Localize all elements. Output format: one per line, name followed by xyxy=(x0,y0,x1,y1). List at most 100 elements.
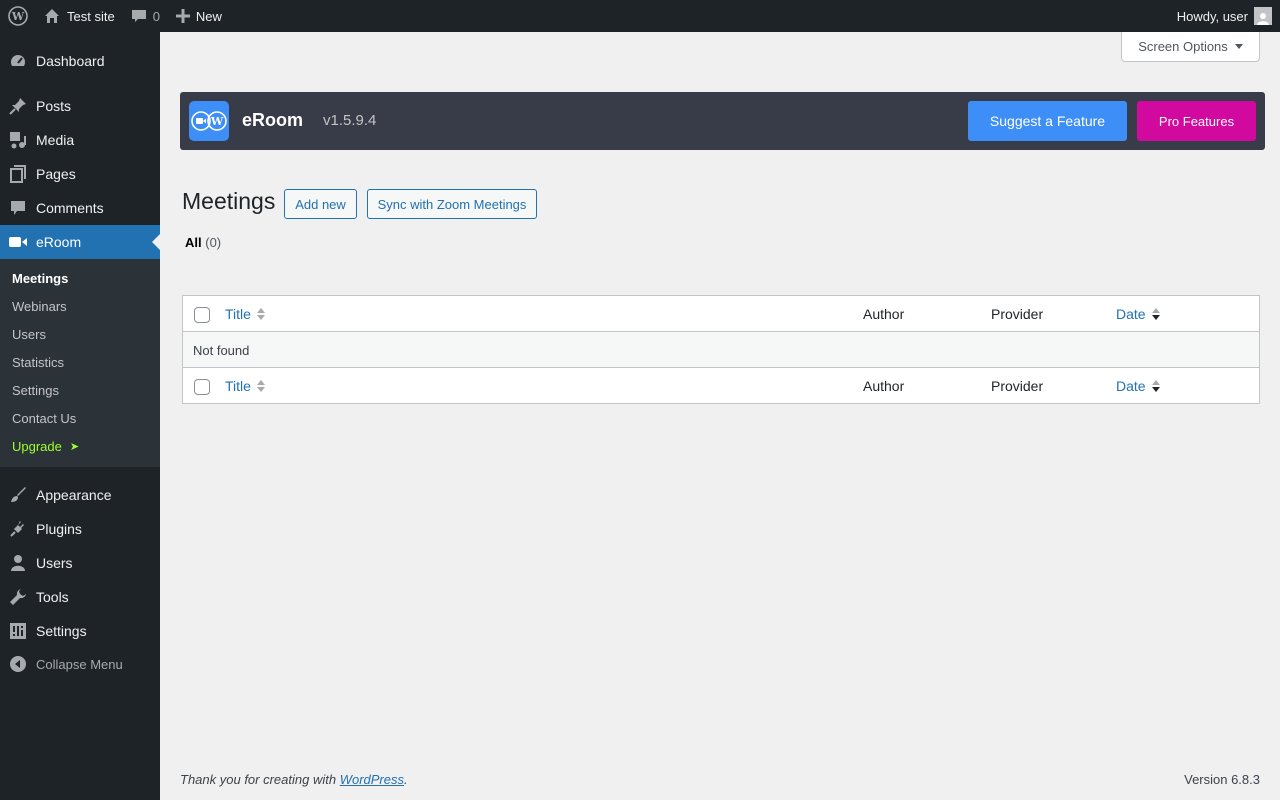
meetings-table: Title Author Provider Date Not found Tit… xyxy=(182,295,1260,404)
filter-all-label: All xyxy=(185,235,202,250)
footer-version: Version 6.8.3 xyxy=(1184,772,1260,787)
eroom-header-banner: W eRoom v1.5.9.4 Suggest a Feature Pro F… xyxy=(180,92,1265,150)
home-icon xyxy=(45,9,59,23)
menu-label: Media xyxy=(36,132,75,148)
arrow-right-icon: ➤ xyxy=(69,440,80,453)
menu-label: Dashboard xyxy=(36,53,105,69)
collapse-icon xyxy=(0,655,36,673)
menu-item-appearance[interactable]: Appearance xyxy=(0,478,160,512)
plus-icon xyxy=(175,9,190,23)
submenu-users[interactable]: Users xyxy=(12,320,46,348)
menu-item-media[interactable]: Media xyxy=(0,123,160,157)
menu-label: eRoom xyxy=(36,234,82,250)
column-title-sort[interactable]: Title xyxy=(225,296,265,332)
menu-label: Pages xyxy=(36,166,76,182)
site-name-link[interactable]: Test site xyxy=(35,0,123,32)
menu-label: Settings xyxy=(36,623,87,639)
user-icon xyxy=(0,554,36,572)
plug-icon xyxy=(0,520,36,538)
menu-label: Plugins xyxy=(36,521,82,537)
video-camera-icon xyxy=(0,235,36,249)
menu-item-plugins[interactable]: Plugins xyxy=(0,512,160,546)
footer-thanks: Thank you for creating with WordPress. xyxy=(180,772,408,787)
menu-label: Appearance xyxy=(36,487,112,503)
page-title: Meetings xyxy=(182,188,276,214)
eroom-brand: eRoom xyxy=(242,110,304,130)
column-title-sort-footer[interactable]: Title xyxy=(225,368,265,404)
menu-item-settings[interactable]: Settings xyxy=(0,614,160,648)
sync-zoom-button[interactable]: Sync with Zoom Meetings xyxy=(367,189,537,219)
my-account[interactable]: Howdy, user xyxy=(1177,0,1272,32)
menu-label: Comments xyxy=(36,200,104,216)
menu-label: Tools xyxy=(36,589,69,605)
select-all-checkbox[interactable] xyxy=(194,307,210,323)
sort-icon xyxy=(1151,380,1160,392)
column-author-footer: Author xyxy=(863,378,905,394)
menu-item-tools[interactable]: Tools xyxy=(0,580,160,614)
submenu-settings[interactable]: Settings xyxy=(12,376,59,404)
brush-icon xyxy=(0,486,36,504)
column-label: Date xyxy=(1116,378,1146,394)
column-provider: Provider xyxy=(991,306,1044,322)
column-label: Date xyxy=(1116,306,1146,322)
comments-count: 0 xyxy=(152,8,160,24)
collapse-label: Collapse Menu xyxy=(36,656,123,672)
column-date-sort-footer[interactable]: Date xyxy=(1116,368,1160,404)
wordpress-logo-icon[interactable]: W xyxy=(0,0,35,32)
column-provider-footer: Provider xyxy=(991,378,1044,394)
submenu-meetings[interactable]: Meetings xyxy=(12,264,68,292)
eroom-version: v1.5.9.4 xyxy=(323,112,377,129)
svg-text:W: W xyxy=(210,115,224,128)
new-content-link[interactable]: New xyxy=(168,0,230,32)
empty-message: Not found xyxy=(193,342,250,358)
filter-all-count: (0) xyxy=(205,235,222,250)
menu-item-dashboard[interactable]: Dashboard xyxy=(0,44,160,78)
collapse-menu-button[interactable]: Collapse Menu xyxy=(0,647,160,681)
sliders-icon xyxy=(0,622,36,640)
footer-thanks-suffix: . xyxy=(404,772,408,787)
eroom-logo-icon: W xyxy=(189,101,229,141)
avatar xyxy=(1254,7,1272,25)
submenu-statistics[interactable]: Statistics xyxy=(12,348,64,376)
footer-thanks-prefix: Thank you for creating with xyxy=(180,772,340,787)
table-header-row: Title Author Provider Date xyxy=(183,296,1259,332)
greeting: Howdy, user xyxy=(1176,8,1248,24)
filter-all[interactable]: All (0) xyxy=(185,235,221,250)
submenu-contact-us[interactable]: Contact Us xyxy=(12,404,76,432)
menu-item-posts[interactable]: Posts xyxy=(0,89,160,123)
screen-options-button[interactable]: Screen Options xyxy=(1121,32,1260,62)
comment-icon xyxy=(131,10,146,22)
menu-item-comments[interactable]: Comments xyxy=(0,191,160,225)
submenu-upgrade[interactable]: Upgrade ➤ xyxy=(12,432,79,460)
pro-features-button[interactable]: Pro Features xyxy=(1137,101,1256,141)
admin-menu: Dashboard Posts Media Pages Comments eRo… xyxy=(0,32,160,800)
comments-link[interactable]: 0 xyxy=(123,0,168,32)
upgrade-label: Upgrade xyxy=(12,438,62,454)
wordpress-link[interactable]: WordPress xyxy=(340,772,404,787)
media-icon xyxy=(0,131,36,149)
column-author: Author xyxy=(863,306,905,322)
wrench-icon xyxy=(0,588,36,606)
table-row: Not found xyxy=(183,332,1259,368)
eroom-submenu: Meetings Webinars Users Statistics Setti… xyxy=(0,259,160,467)
comment-icon xyxy=(0,199,36,217)
menu-label: Posts xyxy=(36,98,72,114)
pin-icon xyxy=(0,97,36,115)
admin-bar: W Test site 0 New Howdy, user xyxy=(0,0,1280,32)
select-all-checkbox-footer[interactable] xyxy=(194,379,210,395)
submenu-webinars[interactable]: Webinars xyxy=(12,292,67,320)
add-new-button[interactable]: Add new xyxy=(284,189,357,219)
column-date-sort[interactable]: Date xyxy=(1116,296,1160,332)
sort-icon xyxy=(256,380,265,392)
svg-text:W: W xyxy=(10,10,24,23)
screen-options-label: Screen Options xyxy=(1138,39,1228,54)
pages-icon xyxy=(0,165,36,183)
column-label: Title xyxy=(225,378,251,394)
sort-icon xyxy=(256,308,265,320)
menu-item-users[interactable]: Users xyxy=(0,546,160,580)
menu-item-pages[interactable]: Pages xyxy=(0,157,160,191)
menu-item-eroom[interactable]: eRoom xyxy=(0,225,160,259)
site-name: Test site xyxy=(67,8,115,24)
suggest-feature-button[interactable]: Suggest a Feature xyxy=(968,101,1127,141)
menu-label: Users xyxy=(36,555,73,571)
